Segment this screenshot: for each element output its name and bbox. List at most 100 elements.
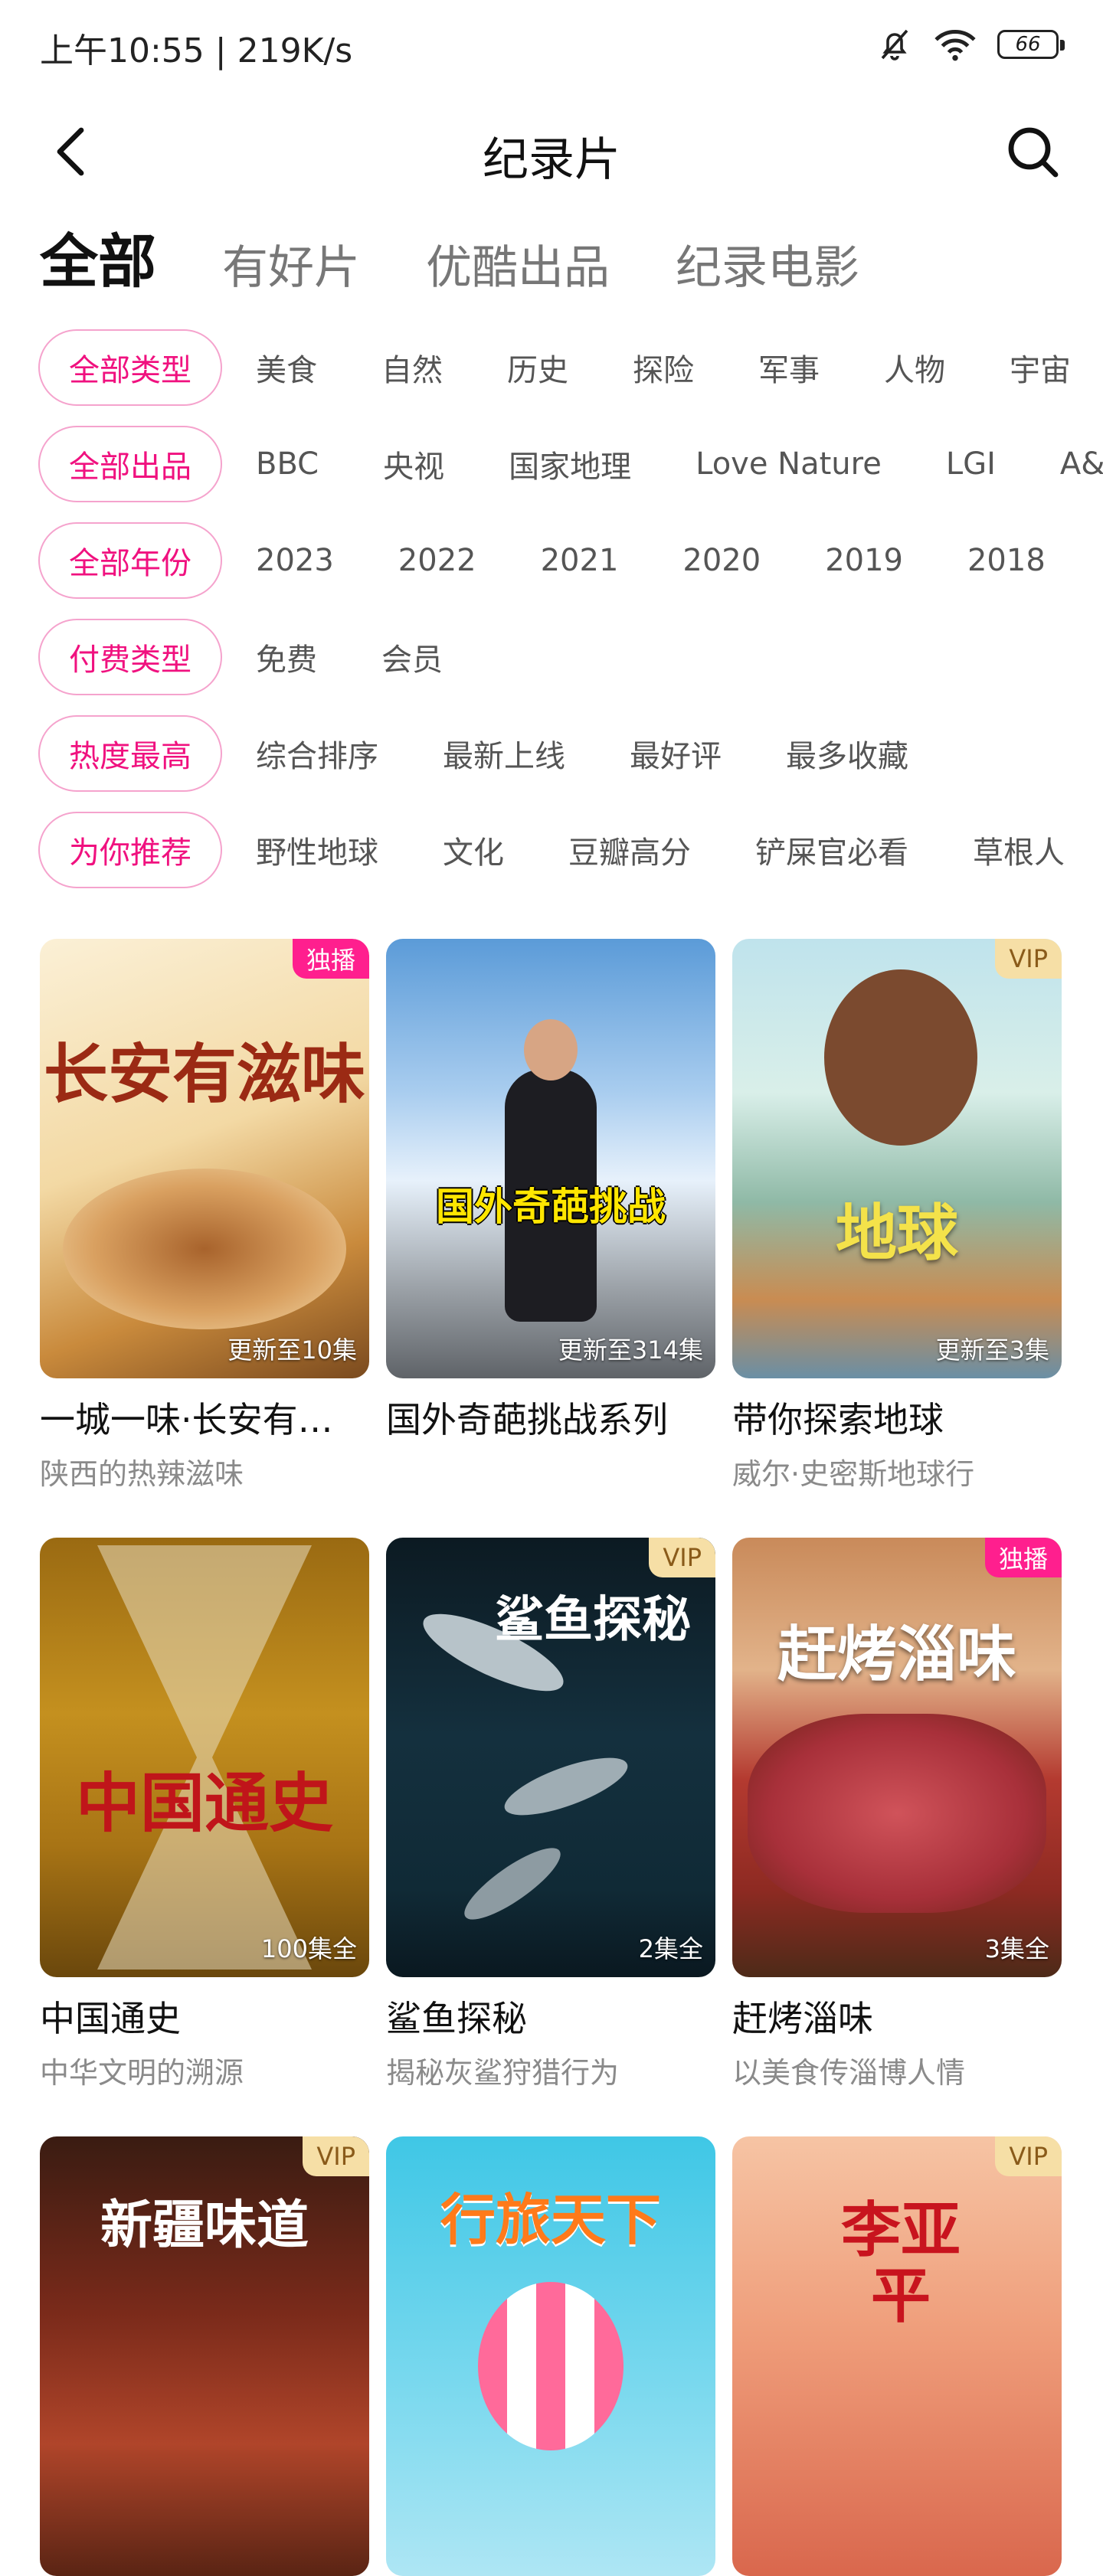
poster-image[interactable]: 新疆味道 VIP bbox=[40, 2136, 369, 2576]
category-tabs: 全部 有好片 优酷出品 纪录电影 bbox=[40, 214, 925, 292]
filter-chip-sort[interactable]: 热度最高 bbox=[38, 715, 222, 792]
card-title[interactable]: 带你探索地球 bbox=[732, 1392, 1062, 1443]
filter-option[interactable]: 文化 bbox=[443, 828, 504, 872]
card-title[interactable]: 一城一味·长安有… bbox=[40, 1392, 369, 1443]
filter-option[interactable]: 人物 bbox=[884, 345, 945, 390]
poster-title-text: 李亚平 bbox=[840, 2195, 961, 2331]
page-title: 纪录片 bbox=[483, 133, 620, 187]
filter-option[interactable]: 草根人 bbox=[973, 828, 1065, 872]
filter-option[interactable]: 自然 bbox=[381, 345, 443, 390]
card-subtitle: 陕西的热辣滋味 bbox=[40, 1457, 244, 1491]
video-card[interactable]: 行旅天下 bbox=[386, 2136, 715, 2576]
card-subtitle: 威尔·史密斯地球行 bbox=[732, 1457, 975, 1491]
filter-option[interactable]: 2020 bbox=[682, 543, 761, 578]
filter-chip-producer[interactable]: 全部出品 bbox=[38, 426, 222, 502]
episode-count: 更新至10集 bbox=[227, 1335, 357, 1365]
filter-option[interactable]: 免费 bbox=[256, 635, 317, 679]
filter-option[interactable]: BBC bbox=[256, 446, 319, 482]
top-bar: 纪录片 bbox=[0, 107, 1103, 199]
poster-image[interactable]: 中国通史 100集全 bbox=[40, 1538, 369, 1977]
filter-chip-genre[interactable]: 全部类型 bbox=[38, 329, 222, 406]
card-title[interactable]: 鲨鱼探秘 bbox=[386, 1991, 715, 2042]
poster-title-text: 赶烤淄味 bbox=[777, 1620, 1016, 1689]
exclusive-badge: 独播 bbox=[984, 1538, 1062, 1577]
poster-image[interactable]: 鲨鱼探秘 VIP 2集全 bbox=[386, 1538, 715, 1977]
filter-option[interactable]: 2021 bbox=[541, 543, 619, 578]
episode-count: 100集全 bbox=[260, 1934, 357, 1963]
filter-option[interactable]: 央视 bbox=[383, 442, 444, 486]
poster-image[interactable]: 赶烤淄味 独播 3集全 bbox=[732, 1538, 1062, 1977]
filter-option[interactable]: Love Nature bbox=[696, 446, 882, 482]
poster-title-text: 国外奇葩挑战 bbox=[436, 1184, 666, 1229]
food-illustration bbox=[63, 1169, 346, 1329]
filter-option[interactable]: 野性地球 bbox=[256, 828, 378, 872]
balloon-illustration bbox=[478, 2282, 624, 2450]
filter-option[interactable]: 最新上线 bbox=[443, 731, 565, 776]
wifi-icon bbox=[934, 30, 976, 61]
tab-youku-original[interactable]: 优酷出品 bbox=[426, 245, 610, 291]
filter-row-producer: 全部出品 BBC 央视 国家地理 Love Nature LGI A& bbox=[38, 424, 1103, 504]
search-icon bbox=[1008, 127, 1059, 178]
video-card[interactable]: 李亚平 VIP bbox=[732, 2136, 1062, 2576]
video-card[interactable]: 国外奇葩挑战 更新至314集 国外奇葩挑战系列 bbox=[386, 939, 715, 1450]
video-card[interactable]: 地球 VIP 更新至3集 带你探索地球 威尔·史密斯地球行 bbox=[732, 939, 1062, 1492]
filter-option[interactable]: 美食 bbox=[256, 345, 317, 390]
poster-image[interactable]: 国外奇葩挑战 更新至314集 bbox=[386, 939, 715, 1378]
filter-chip-year[interactable]: 全部年份 bbox=[38, 522, 222, 599]
filter-option[interactable]: 2019 bbox=[825, 543, 903, 578]
filter-row-payment: 付费类型 免费 会员 bbox=[38, 617, 1103, 697]
filter-row-sort: 热度最高 综合排序 最新上线 最好评 最多收藏 bbox=[38, 714, 1103, 793]
filter-row-year: 全部年份 2023 2022 2021 2020 2019 2018 2 bbox=[38, 521, 1103, 600]
poster-image[interactable]: 行旅天下 bbox=[386, 2136, 715, 2576]
poster-title-text: 行旅天下 bbox=[440, 2187, 661, 2252]
card-subtitle: 中华文明的溯源 bbox=[40, 2056, 244, 2090]
filter-option[interactable]: A& bbox=[1060, 446, 1103, 482]
filter-option[interactable]: 军事 bbox=[758, 345, 820, 390]
filter-chip-recommend[interactable]: 为你推荐 bbox=[38, 812, 222, 888]
filter-option[interactable]: LGI bbox=[946, 446, 996, 482]
poster-title-text: 中国通史 bbox=[75, 1765, 333, 1841]
video-card[interactable]: 赶烤淄味 独播 3集全 赶烤淄味 以美食传淄博人情 bbox=[732, 1538, 1062, 2091]
video-card[interactable]: 鲨鱼探秘 VIP 2集全 鲨鱼探秘 揭秘灰鲨狩猎行为 bbox=[386, 1538, 715, 2091]
filter-option[interactable]: 豆瓣高分 bbox=[568, 828, 691, 872]
episode-count: 更新至314集 bbox=[558, 1335, 703, 1365]
filter-option[interactable]: 铲屎官必看 bbox=[755, 828, 908, 872]
poster-title-text: 新疆味道 bbox=[100, 2195, 309, 2256]
tab-all[interactable]: 全部 bbox=[40, 233, 156, 291]
video-card[interactable]: 中国通史 100集全 中国通史 中华文明的溯源 bbox=[40, 1538, 369, 2091]
filter-option[interactable]: 探险 bbox=[633, 345, 694, 390]
filter-option[interactable]: 历史 bbox=[507, 345, 568, 390]
episode-count: 2集全 bbox=[638, 1934, 703, 1963]
battery-icon: 66 bbox=[997, 30, 1065, 59]
status-bar: 上午10:55 | 219K/s 66 bbox=[0, 0, 1103, 92]
search-button[interactable] bbox=[1002, 121, 1063, 182]
person-head bbox=[524, 1019, 578, 1080]
filter-option[interactable]: 最多收藏 bbox=[786, 731, 908, 776]
filter-option[interactable]: 会员 bbox=[381, 635, 443, 679]
poster-image[interactable]: 李亚平 VIP bbox=[732, 2136, 1062, 2576]
filter-option[interactable]: 最好评 bbox=[630, 731, 722, 776]
filter-chip-payment[interactable]: 付费类型 bbox=[38, 619, 222, 695]
card-title[interactable]: 中国通史 bbox=[40, 1991, 369, 2042]
tab-good-picks[interactable]: 有好片 bbox=[222, 245, 360, 291]
filter-option[interactable]: 2022 bbox=[398, 543, 476, 578]
filter-option[interactable]: 2018 bbox=[967, 543, 1046, 578]
poster-title-text: 长安有滋味 bbox=[43, 1036, 365, 1112]
video-card[interactable]: 长安有滋味 独播 更新至10集 一城一味·长安有… 陕西的热辣滋味 bbox=[40, 939, 369, 1492]
filter-option[interactable]: 2023 bbox=[256, 543, 334, 578]
shark-shape bbox=[455, 1836, 570, 1931]
video-card[interactable]: 新疆味道 VIP bbox=[40, 2136, 369, 2576]
card-title[interactable]: 国外奇葩挑战系列 bbox=[386, 1392, 715, 1443]
food-illustration bbox=[748, 1714, 1046, 1913]
filter-option[interactable]: 综合排序 bbox=[256, 731, 378, 776]
card-subtitle: 揭秘灰鲨狩猎行为 bbox=[386, 2056, 620, 2090]
tab-documentary-film[interactable]: 纪录电影 bbox=[676, 245, 859, 291]
poster-image[interactable]: 地球 VIP 更新至3集 bbox=[732, 939, 1062, 1378]
filter-row-genre: 全部类型 美食 自然 历史 探险 军事 人物 宇宙 bbox=[38, 328, 1103, 407]
poster-title-text: 鲨鱼探秘 bbox=[495, 1591, 691, 1649]
mute-bell-icon bbox=[881, 29, 908, 60]
card-title[interactable]: 赶烤淄味 bbox=[732, 1991, 1062, 2042]
filter-option[interactable]: 宇宙 bbox=[1010, 345, 1071, 390]
poster-image[interactable]: 长安有滋味 独播 更新至10集 bbox=[40, 939, 369, 1378]
filter-option[interactable]: 国家地理 bbox=[509, 442, 631, 486]
